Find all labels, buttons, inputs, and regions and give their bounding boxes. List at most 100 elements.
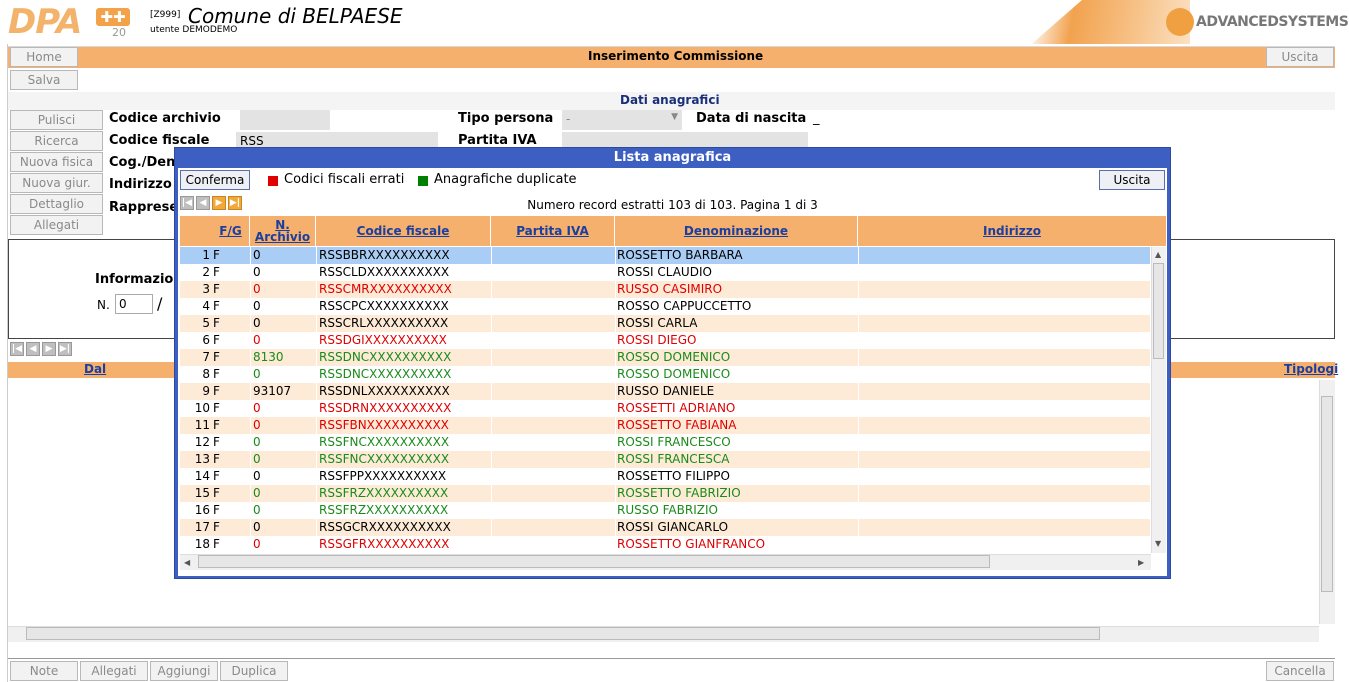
dialog-exit-button[interactable]: Uscita: [1099, 170, 1165, 190]
cancel-button[interactable]: Cancella: [1266, 661, 1334, 681]
row-denominazione: ROSSI CLAUDIO: [615, 264, 858, 281]
row-codice-fiscale: RSSCPCXXXXXXXXXX: [316, 298, 491, 315]
table-row[interactable]: 4 F 0 RSSCPCXXXXXXXXXX ROSSO CAPPUCCETTO: [180, 298, 1150, 315]
table-row[interactable]: 6 F 0 RSSDGIXXXXXXXXXX ROSSI DIEGO: [180, 332, 1150, 349]
dpa-logo-badge: ✚✚: [96, 8, 130, 26]
scroll-up-icon[interactable]: ▲: [1155, 250, 1161, 259]
new-company-button[interactable]: Nuova giur.: [10, 173, 103, 193]
save-button[interactable]: Salva: [10, 70, 78, 90]
column-denominazione[interactable]: Denominazione: [615, 216, 858, 246]
row-number: 16: [194, 503, 210, 517]
column-dal[interactable]: Dal: [84, 362, 106, 376]
column-codice-fiscale[interactable]: Codice fiscale: [316, 216, 491, 246]
table-row[interactable]: 8 F 0 RSSDNCXXXXXXXXXX ROSSO DOMENICO: [180, 366, 1150, 383]
new-person-button[interactable]: Nuova fisica: [10, 152, 103, 172]
home-button[interactable]: Home: [10, 47, 78, 67]
dpa-logo-version: 20: [112, 26, 126, 39]
row-fg: F: [213, 248, 220, 262]
row-indirizzo: [858, 519, 1150, 536]
first-page-icon[interactable]: |◀: [10, 342, 24, 356]
table-row[interactable]: 15 F 0 RSSFRZXXXXXXXXXX ROSSETTO FABRIZIO: [180, 485, 1150, 502]
grid-vscroll-thumb[interactable]: [1153, 263, 1164, 359]
details-button[interactable]: Dettaglio: [10, 194, 103, 214]
row-fg: F: [213, 401, 220, 415]
last-page-icon[interactable]: ▶|: [58, 342, 72, 356]
row-archivio: 0: [250, 468, 316, 485]
row-codice-fiscale: RSSCMRXXXXXXXXXX: [316, 281, 491, 298]
row-archivio: 0: [250, 315, 316, 332]
legend-red-swatch: [268, 176, 278, 186]
data-nascita-label: Data di nascita: [696, 111, 807, 126]
grid-hscroll-thumb[interactable]: [198, 555, 990, 568]
scroll-right-icon[interactable]: ▶: [1138, 558, 1144, 567]
row-archivio: 0: [250, 485, 316, 502]
row-denominazione: ROSSETTI ADRIANO: [615, 400, 858, 417]
tipo-persona-select[interactable]: - ▼: [562, 110, 682, 130]
table-row[interactable]: 1 F 0 RSSBBRXXXXXXXXXX ROSSETTO BARBARA: [180, 247, 1150, 264]
user-label: utente DEMODEMO: [150, 25, 238, 35]
row-denominazione: RUSSO FABRIZIO: [615, 502, 858, 519]
column-fg[interactable]: F/G: [212, 216, 250, 246]
row-number: 3: [202, 282, 210, 296]
row-archivio: 0: [250, 281, 316, 298]
data-nascita-value[interactable]: _: [813, 111, 820, 126]
add-button[interactable]: Aggiungi: [150, 661, 218, 681]
scroll-left-icon[interactable]: ◀: [184, 558, 190, 567]
table-row[interactable]: 11 F 0 RSSFBNXXXXXXXXXX ROSSETTO FABIANA: [180, 417, 1150, 434]
tipo-persona-value: -: [566, 112, 571, 126]
row-codice-fiscale: RSSCLDXXXXXXXXXX: [316, 264, 491, 281]
table-row[interactable]: 16 F 0 RSSFRZXXXXXXXXXX RUSSO FABRIZIO: [180, 502, 1150, 519]
section-title: Dati anagrafici: [620, 93, 720, 107]
clear-button[interactable]: Pulisci: [10, 110, 103, 130]
row-codice-fiscale: RSSDRNXXXXXXXXXX: [316, 400, 491, 417]
column-archivio[interactable]: N. Archivio: [250, 216, 316, 246]
table-row[interactable]: 18 F 0 RSSGFRXXXXXXXXXX ROSSETTO GIANFRANCO: [180, 536, 1150, 553]
notes-button[interactable]: Note: [10, 661, 78, 681]
table-row[interactable]: 2 F 0 RSSCLDXXXXXXXXXX ROSSI CLAUDIO: [180, 264, 1150, 281]
attachments-side-button[interactable]: Allegati: [10, 215, 103, 235]
table-row[interactable]: 12 F 0 RSSFNCXXXXXXXXXX ROSSI FRANCESCO: [180, 434, 1150, 451]
row-codice-fiscale: RSSDGIXXXXXXXXXX: [316, 332, 491, 349]
row-fg: F: [213, 503, 220, 517]
row-indirizzo: [858, 485, 1150, 502]
table-row[interactable]: 17 F 0 RSSGCRXXXXXXXXXX ROSSI GIANCARLO: [180, 519, 1150, 536]
table-row[interactable]: 3 F 0 RSSCMRXXXXXXXXXX RUSSO CASIMIRO: [180, 281, 1150, 298]
row-partita-iva: [491, 315, 615, 332]
table-row[interactable]: 13 F 0 RSSFNCXXXXXXXXXX ROSSI FRANCESCA: [180, 451, 1150, 468]
chevron-down-icon: ▼: [671, 112, 678, 122]
codice-archivio-field[interactable]: [240, 110, 330, 130]
row-denominazione: ROSSO CAPPUCCETTO: [615, 298, 858, 315]
next-page-icon[interactable]: ▶: [42, 342, 56, 356]
row-archivio: 0: [250, 502, 316, 519]
search-button[interactable]: Ricerca: [10, 131, 103, 151]
exit-button[interactable]: Uscita: [1266, 47, 1334, 67]
row-denominazione: ROSSI GIANCARLO: [615, 519, 858, 536]
table-row[interactable]: 5 F 0 RSSCRLXXXXXXXXXX ROSSI CARLA: [180, 315, 1150, 332]
table-row[interactable]: 7 F 8130 RSSDNCXXXXXXXXXX ROSSO DOMENICO: [180, 349, 1150, 366]
row-number: 6: [202, 333, 210, 347]
lower-grid-vscroll-thumb[interactable]: [1321, 396, 1333, 592]
column-partita-iva[interactable]: Partita IVA: [491, 216, 615, 246]
partita-iva-label: Partita IVA: [458, 133, 537, 148]
row-denominazione: ROSSETTO GIANFRANCO: [615, 536, 858, 553]
scroll-down-icon[interactable]: ▼: [1155, 539, 1161, 548]
number-input[interactable]: 0: [115, 294, 153, 314]
row-denominazione: ROSSI FRANCESCO: [615, 434, 858, 451]
confirm-button[interactable]: Conferma: [180, 170, 250, 190]
prev-page-icon[interactable]: ◀: [26, 342, 40, 356]
lower-grid-hscroll-thumb[interactable]: [26, 627, 1100, 640]
page-title: Inserimento Commissione: [588, 49, 764, 63]
column-indirizzo[interactable]: Indirizzo: [858, 216, 1166, 246]
row-denominazione: ROSSETTO FABIANA: [615, 417, 858, 434]
dpa-logo: DPA: [8, 2, 82, 42]
table-row[interactable]: 14 F 0 RSSFPPXXXXXXXXXX ROSSETTO FILIPPO: [180, 468, 1150, 485]
table-row[interactable]: 10 F 0 RSSDRNXXXXXXXXXX ROSSETTI ADRIANO: [180, 400, 1150, 417]
table-row[interactable]: 9 F 93107 RSSDNLXXXXXXXXXX RUSSO DANIELE: [180, 383, 1150, 400]
row-fg: F: [213, 537, 220, 551]
row-partita-iva: [491, 519, 615, 536]
attachments-button[interactable]: Allegati: [80, 661, 148, 681]
column-tipologia[interactable]: Tipologi: [1284, 362, 1338, 376]
row-number: 9: [202, 384, 210, 398]
duplicate-button[interactable]: Duplica: [220, 661, 288, 681]
row-number: 10: [194, 401, 210, 415]
